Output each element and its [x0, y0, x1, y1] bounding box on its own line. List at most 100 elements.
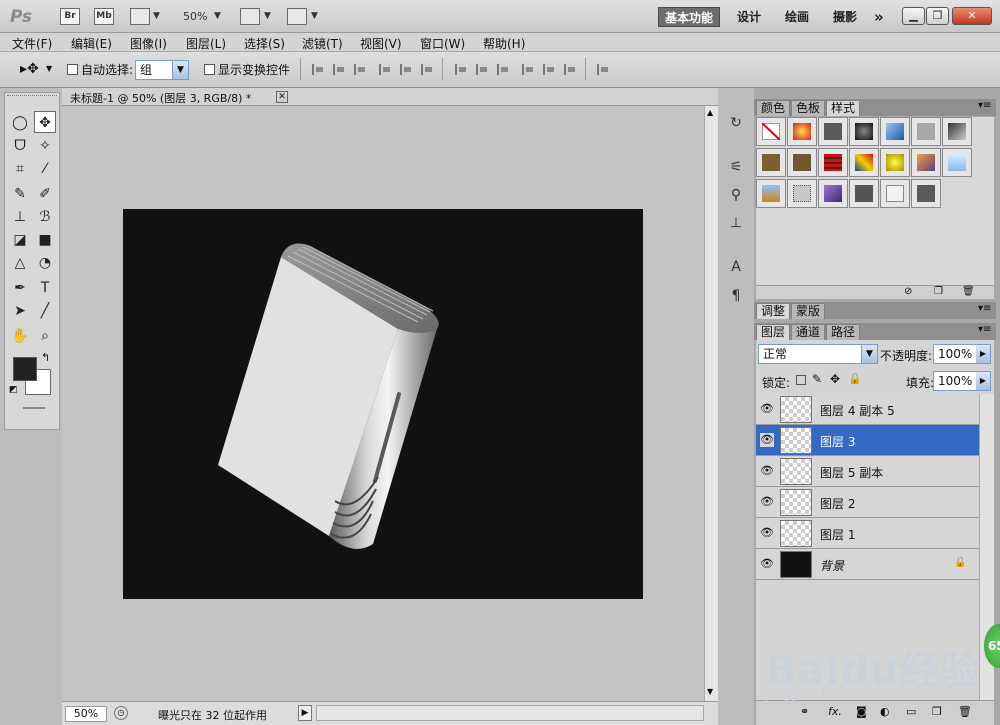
style-swatch[interactable]	[942, 117, 972, 146]
status-info-icon[interactable]: ◷	[114, 706, 128, 720]
distribute-hcenter-icon[interactable]	[543, 64, 556, 75]
align-bottom-icon[interactable]	[354, 64, 367, 75]
lock-transparent-icon[interactable]	[796, 375, 806, 385]
style-swatch[interactable]	[787, 179, 817, 208]
move-tool-preset-icon[interactable]: ▸✥	[20, 61, 39, 77]
move-tool-icon[interactable]: ✥	[34, 111, 56, 133]
workspace-photography[interactable]: 摄影	[827, 7, 863, 27]
align-right-icon[interactable]	[421, 64, 434, 75]
menu-image[interactable]: 图像(I)	[130, 35, 167, 52]
history-icon[interactable]: ↻	[724, 112, 748, 134]
layer-row[interactable]: 👁 图层 2	[756, 487, 979, 518]
chevron-down-icon[interactable]: ▼	[311, 11, 318, 21]
new-layer-icon[interactable]: ❐	[932, 705, 942, 718]
add-mask-icon[interactable]: ◙	[856, 705, 867, 718]
line-tool-icon[interactable]: ╱	[34, 300, 56, 322]
menu-help[interactable]: 帮助(H)	[483, 35, 525, 52]
blend-mode-dropdown[interactable]: 正常 ▼	[758, 344, 878, 364]
distribute-vcenter-icon[interactable]	[476, 64, 489, 75]
magic-wand-tool-icon[interactable]: ✧	[34, 135, 56, 157]
style-swatch-none[interactable]	[756, 117, 786, 146]
gradient-tool-icon[interactable]: ■	[34, 229, 56, 251]
mini-bridge-button[interactable]: Mb	[94, 8, 114, 25]
layer-style-icon[interactable]: fx.	[828, 705, 842, 718]
minimize-button[interactable]: ▁	[902, 7, 925, 25]
default-colors-icon[interactable]: ◩	[9, 385, 18, 395]
menu-filter[interactable]: 滤镜(T)	[302, 35, 343, 52]
fill-field[interactable]: 100% ▶	[933, 371, 991, 391]
style-swatch[interactable]	[818, 179, 848, 208]
workspace-more-button[interactable]: »	[868, 7, 890, 27]
eraser-tool-icon[interactable]: ◪	[9, 229, 31, 251]
lock-position-icon[interactable]: ✥	[830, 372, 840, 386]
auto-select-dropdown[interactable]: 组 ▼	[135, 60, 189, 80]
chevron-down-icon[interactable]: ▼	[214, 11, 221, 21]
tab-masks[interactable]: 蒙版	[791, 303, 826, 319]
style-swatch[interactable]	[911, 179, 941, 208]
chevron-down-icon[interactable]: ▼	[153, 11, 160, 21]
tab-color[interactable]: 颜色	[756, 100, 791, 116]
panel-menu-icon[interactable]: ▾≡	[978, 100, 991, 111]
layer-row[interactable]: 👁 图层 1	[756, 518, 979, 549]
layer-row-selected[interactable]: 👁 图层 3	[756, 425, 979, 456]
restore-button[interactable]: ❐	[926, 7, 949, 25]
eye-icon[interactable]: 👁	[760, 557, 774, 571]
chevron-down-icon[interactable]: ▼	[861, 345, 877, 363]
tab-layers[interactable]: 图层	[756, 324, 791, 340]
brush-tool-icon[interactable]: ✐	[34, 183, 56, 205]
fill-slider-arrow-icon[interactable]: ▶	[976, 372, 990, 390]
style-swatch[interactable]	[849, 117, 879, 146]
style-swatch[interactable]	[880, 117, 910, 146]
menu-edit[interactable]: 编辑(E)	[71, 35, 112, 52]
align-top-icon[interactable]	[312, 64, 325, 75]
layer-row[interactable]: 👁 背景 🔒	[756, 549, 979, 580]
style-swatch[interactable]	[880, 148, 910, 177]
eye-icon[interactable]: 👁	[760, 402, 774, 416]
style-swatch[interactable]	[880, 179, 910, 208]
blur-tool-icon[interactable]: △	[9, 252, 31, 274]
scroll-down-icon[interactable]: ▼	[707, 687, 713, 696]
menu-file[interactable]: 文件(F)	[12, 35, 52, 52]
new-style-icon[interactable]: ❐	[934, 286, 943, 297]
trash-icon[interactable]: 🗑	[962, 286, 975, 297]
workspace-painting[interactable]: 绘画	[779, 7, 815, 27]
lasso-tool-icon[interactable]: ᗜ	[9, 135, 31, 157]
clone-stamp-tool-icon[interactable]: ⊥	[9, 206, 31, 228]
quick-mask-button[interactable]	[23, 407, 45, 409]
paragraph-icon[interactable]: ¶	[724, 285, 748, 307]
tab-channels[interactable]: 通道	[791, 324, 826, 340]
brushes-icon[interactable]: ⚲	[724, 184, 748, 206]
status-menu-arrow-icon[interactable]: ▶	[298, 705, 312, 721]
style-swatch[interactable]	[756, 148, 786, 177]
opacity-field[interactable]: 100% ▶	[933, 344, 991, 364]
link-layers-icon[interactable]: ⚭	[800, 705, 809, 718]
tab-styles[interactable]: 样式	[826, 100, 861, 116]
chevron-down-icon[interactable]: ▼	[46, 64, 52, 73]
workspace-design[interactable]: 设计	[731, 7, 767, 27]
type-tool-icon[interactable]: T	[34, 277, 56, 299]
tab-adjustments[interactable]: 调整	[756, 303, 791, 319]
style-swatch[interactable]	[911, 117, 941, 146]
new-group-icon[interactable]: ▭	[906, 705, 916, 718]
tab-swatches[interactable]: 色板	[791, 100, 826, 116]
arrange-documents-button[interactable]	[240, 8, 260, 25]
distribute-right-icon[interactable]	[564, 64, 577, 75]
layer-row[interactable]: 👁 图层 4 副本 5	[756, 394, 979, 425]
zoom-level-dropdown[interactable]: 50%	[183, 10, 207, 23]
adjustment-layer-icon[interactable]: ◐	[880, 705, 890, 718]
align-left-icon[interactable]	[379, 64, 392, 75]
healing-brush-tool-icon[interactable]: ✎	[9, 183, 31, 205]
zoom-tool-icon[interactable]: ⌕	[34, 325, 56, 347]
zoom-field[interactable]: 50%	[65, 706, 107, 722]
style-swatch[interactable]	[942, 148, 972, 177]
canvas-vertical-scrollbar[interactable]: ▲ ▼	[704, 106, 718, 701]
layer-row[interactable]: 👁 图层 5 副本	[756, 456, 979, 487]
auto-align-layers-icon[interactable]	[597, 64, 610, 75]
trash-icon[interactable]: 🗑	[958, 705, 972, 718]
foreground-color-swatch[interactable]	[13, 357, 37, 381]
chevron-down-icon[interactable]: ▼	[172, 61, 188, 79]
swap-colors-icon[interactable]: ↰	[41, 351, 50, 364]
pen-tool-icon[interactable]: ✒	[9, 277, 31, 299]
eye-icon[interactable]: 👁	[760, 495, 774, 509]
document-tab[interactable]: 未标题-1 @ 50% (图层 3, RGB/8) * ✕	[62, 88, 718, 106]
